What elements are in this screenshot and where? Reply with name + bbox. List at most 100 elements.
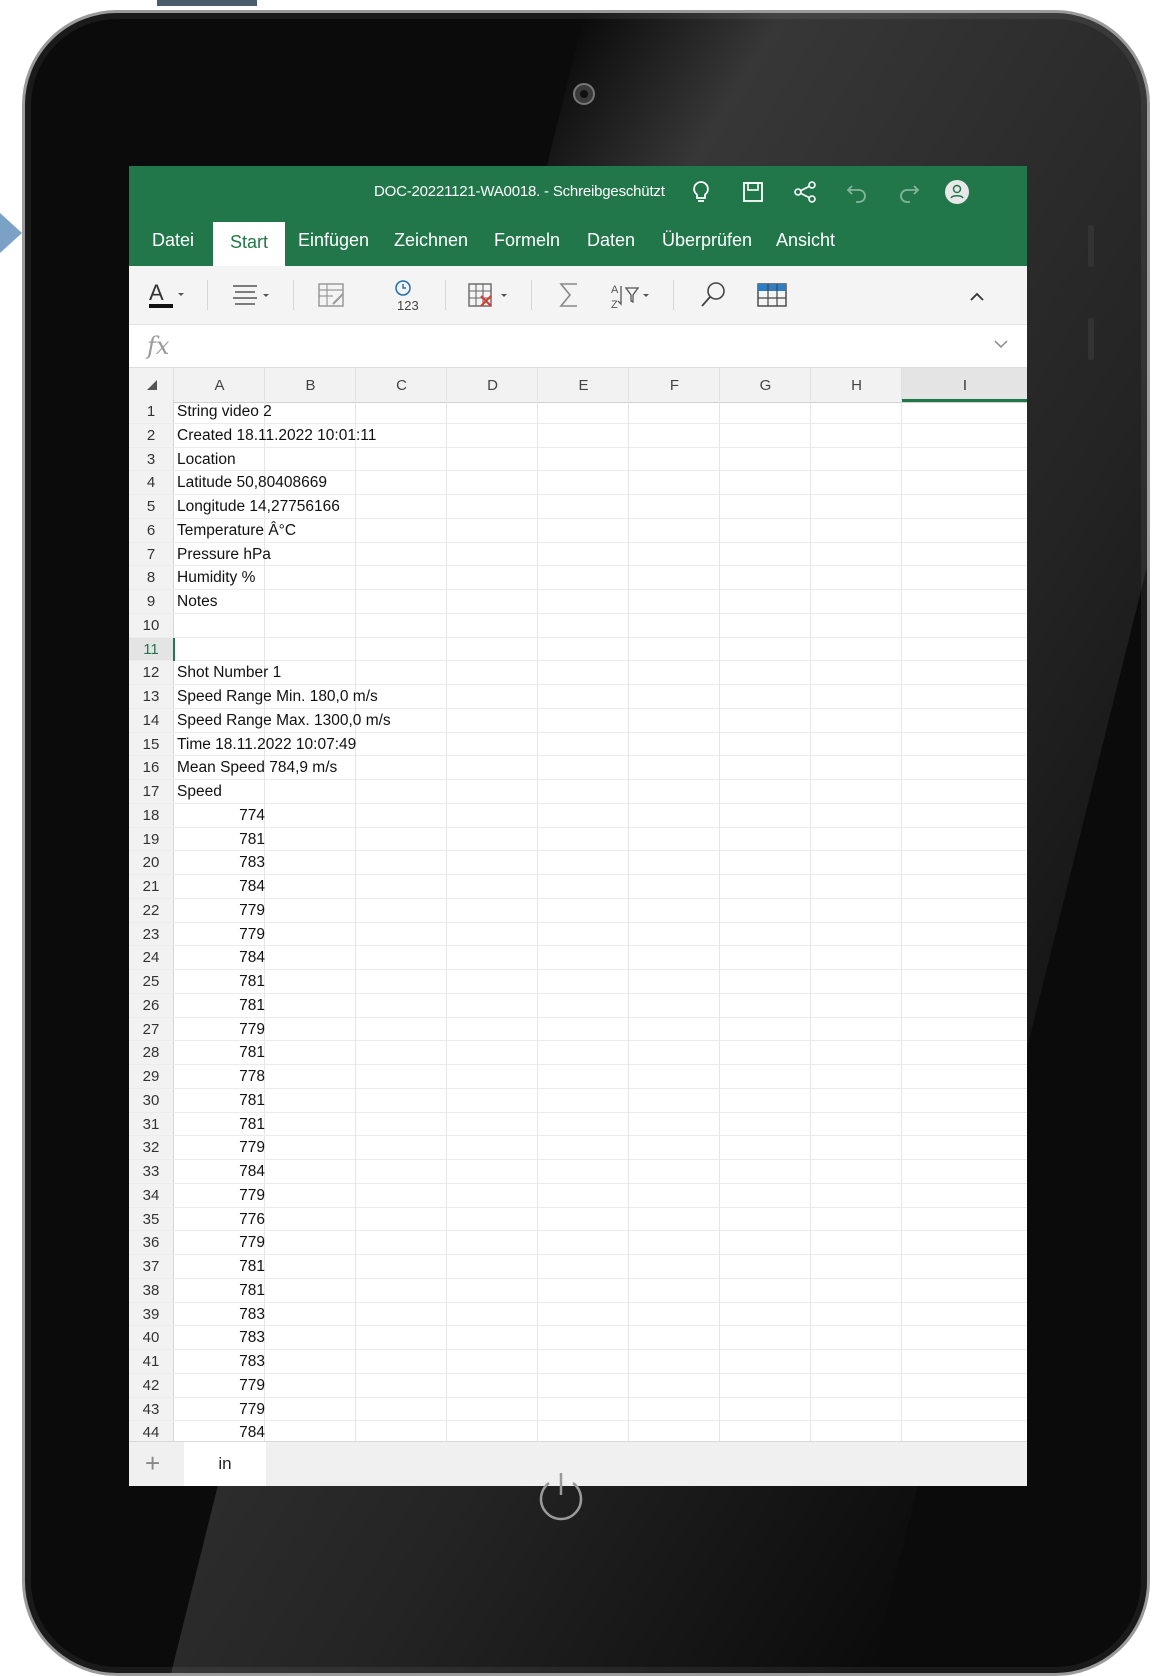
row-number[interactable]: 36 — [129, 1231, 173, 1254]
row-number[interactable]: 40 — [129, 1326, 173, 1349]
table-row[interactable]: 25 781 — [129, 970, 1027, 994]
row-number[interactable]: 7 — [129, 542, 173, 566]
row-number[interactable]: 12 — [129, 661, 173, 684]
cell-a[interactable]: Shot Number 1 — [177, 661, 281, 684]
row-number[interactable]: 21 — [129, 875, 173, 898]
cell-a[interactable]: 774 — [177, 804, 265, 827]
row-number[interactable]: 35 — [129, 1207, 173, 1231]
row-number[interactable]: 23 — [129, 922, 173, 946]
cell-a[interactable]: 783 — [177, 1326, 265, 1349]
align-icon[interactable] — [229, 278, 275, 312]
table-row[interactable]: 18 774 — [129, 803, 1027, 828]
row-number[interactable]: 39 — [129, 1302, 173, 1326]
table-row[interactable]: 32 779 — [129, 1136, 1027, 1160]
cell-a[interactable]: Speed Range Min. 180,0 m/s — [177, 685, 378, 708]
table-row[interactable]: 12 Shot Number 1 — [129, 661, 1027, 685]
row-number[interactable]: 14 — [129, 708, 173, 732]
cell-a[interactable]: 783 — [177, 1350, 265, 1373]
table-row[interactable]: 6 Temperature Â°C — [129, 518, 1027, 543]
cell-a[interactable]: 781 — [177, 970, 265, 993]
chevron-down-icon[interactable] — [993, 337, 1009, 353]
account-icon[interactable] — [943, 178, 971, 206]
save-icon[interactable] — [739, 178, 767, 206]
table-row[interactable]: 8 Humidity % — [129, 566, 1027, 590]
table-row[interactable]: 14 Speed Range Max. 1300,0 m/s — [129, 708, 1027, 733]
cell-a[interactable]: Location — [177, 448, 236, 471]
table-row[interactable]: 5 Longitude 14,27756166 — [129, 495, 1027, 519]
cell-a[interactable]: Speed Range Max. 1300,0 m/s — [177, 709, 391, 732]
sheet-tab[interactable]: in — [184, 1442, 266, 1486]
row-number[interactable]: 20 — [129, 851, 173, 874]
cell-a[interactable]: Mean Speed 784,9 m/s — [177, 756, 337, 779]
cell-a[interactable]: Latitude 50,80408669 — [177, 471, 327, 494]
row-number[interactable]: 26 — [129, 993, 173, 1017]
table-row[interactable]: 17 Speed — [129, 780, 1027, 804]
column-header-i[interactable]: I — [901, 368, 1027, 402]
lightbulb-icon[interactable] — [687, 178, 715, 206]
table-row[interactable]: 16 Mean Speed 784,9 m/s — [129, 756, 1027, 780]
table-row[interactable]: 26 781 — [129, 993, 1027, 1018]
table-row[interactable]: 35 776 — [129, 1207, 1027, 1232]
table-row[interactable]: 13 Speed Range Min. 180,0 m/s — [129, 685, 1027, 709]
tab-start[interactable]: Start — [213, 222, 286, 266]
column-header-e[interactable]: E — [537, 368, 629, 402]
number-format-icon[interactable]: 123 — [391, 278, 425, 312]
tab-einfuegen[interactable]: Einfügen — [298, 230, 369, 251]
row-number[interactable]: 41 — [129, 1350, 173, 1373]
cell-a[interactable]: Pressure hPa — [177, 543, 271, 566]
row-number[interactable]: 32 — [129, 1136, 173, 1159]
table-row[interactable]: 1 String video 2 — [129, 400, 1027, 424]
row-number[interactable]: 31 — [129, 1112, 173, 1136]
cell-a[interactable]: 776 — [177, 1208, 265, 1231]
row-number[interactable]: 8 — [129, 566, 173, 589]
cell-a[interactable]: 781 — [177, 1089, 265, 1112]
row-number[interactable]: 27 — [129, 1017, 173, 1041]
row-number[interactable]: 33 — [129, 1160, 173, 1183]
row-number[interactable]: 16 — [129, 756, 173, 779]
tab-daten[interactable]: Daten — [587, 230, 635, 251]
row-number[interactable]: 6 — [129, 518, 173, 542]
table-row[interactable]: 30 781 — [129, 1088, 1027, 1113]
cell-a[interactable]: 779 — [177, 1136, 265, 1159]
table-row[interactable]: 37 781 — [129, 1255, 1027, 1279]
column-header-g[interactable]: G — [719, 368, 811, 402]
formula-bar[interactable]: fx — [129, 325, 1027, 368]
cell-a[interactable]: 784 — [177, 1160, 265, 1183]
cell-a[interactable]: Speed — [177, 780, 222, 803]
cell-a[interactable]: 783 — [177, 1303, 265, 1326]
select-all-icon[interactable] — [147, 380, 157, 390]
cell-a[interactable]: 781 — [177, 1041, 265, 1064]
format-icon[interactable] — [315, 278, 349, 312]
table-row[interactable]: 7 Pressure hPa — [129, 542, 1027, 567]
row-number[interactable]: 38 — [129, 1278, 173, 1302]
table-row[interactable]: 36 779 — [129, 1231, 1027, 1255]
row-number[interactable]: 1 — [129, 400, 173, 423]
column-header-d[interactable]: D — [446, 368, 538, 402]
cell-a[interactable]: 784 — [177, 946, 265, 969]
undo-icon[interactable] — [843, 178, 871, 206]
cell-grid[interactable]: 1 String video 2 2 Created 18.11.2022 10:01… — [129, 400, 1027, 1445]
font-color-icon[interactable]: A — [147, 278, 189, 312]
row-number[interactable]: 19 — [129, 827, 173, 851]
table-row[interactable]: 34 779 — [129, 1183, 1027, 1208]
cell-a[interactable]: 781 — [177, 994, 265, 1017]
row-number[interactable]: 30 — [129, 1088, 173, 1112]
table-insert-icon[interactable] — [465, 278, 515, 312]
table-row[interactable]: 39 783 — [129, 1302, 1027, 1327]
row-number[interactable]: 18 — [129, 803, 173, 827]
cell-a[interactable]: 781 — [177, 1113, 265, 1136]
table-row[interactable]: 43 779 — [129, 1397, 1027, 1422]
table-row[interactable]: 15 Time 18.11.2022 10:07:49 — [129, 732, 1027, 757]
row-number[interactable]: 34 — [129, 1183, 173, 1207]
row-number[interactable]: 29 — [129, 1065, 173, 1088]
table-row[interactable]: 11 — [129, 637, 1027, 662]
row-number[interactable]: 37 — [129, 1255, 173, 1278]
row-number[interactable]: 10 — [129, 613, 173, 637]
tab-zeichnen[interactable]: Zeichnen — [394, 230, 468, 251]
cell-a[interactable]: Created 18.11.2022 10:01:11 — [177, 424, 376, 447]
row-number[interactable]: 4 — [129, 471, 173, 494]
table-icon[interactable] — [755, 278, 789, 312]
cell-a[interactable]: 779 — [177, 923, 265, 946]
find-icon[interactable] — [697, 278, 731, 312]
row-number[interactable]: 15 — [129, 732, 173, 756]
